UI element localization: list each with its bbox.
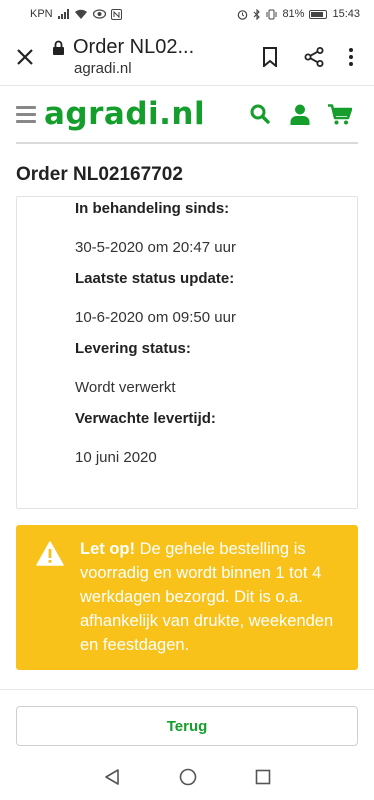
- user-icon: [290, 104, 310, 125]
- page-url: agradi.nl: [74, 60, 132, 77]
- status-bar: KPN 81% 15:43: [0, 0, 374, 28]
- title-row: Order NL02...: [52, 36, 248, 59]
- browser-toolbar: Order NL02... agradi.nl: [0, 28, 374, 86]
- alarm-icon: [238, 9, 248, 20]
- share-icon: [304, 46, 324, 67]
- home-nav-icon[interactable]: [179, 768, 197, 786]
- close-icon: [17, 48, 33, 65]
- back-button[interactable]: Terug: [16, 706, 358, 746]
- label-in-processing-since: In behandeling sinds:: [75, 200, 230, 217]
- label-expected-delivery: Verwachte levertijd:: [75, 410, 216, 427]
- label-delivery-status: Levering status:: [75, 340, 191, 357]
- recents-nav-icon[interactable]: [255, 769, 271, 785]
- battery-percent: 81%: [282, 8, 305, 20]
- warning-icon: [36, 537, 64, 658]
- notice-bold: Let op!: [80, 540, 135, 558]
- more-vertical-icon: [349, 47, 353, 66]
- cart-button[interactable]: [320, 94, 360, 134]
- account-button[interactable]: [280, 94, 320, 134]
- battery-icon: [309, 9, 328, 19]
- page-tab-title: Order NL02...: [73, 36, 195, 58]
- vibrate-icon: [266, 9, 277, 19]
- clock: 15:43: [332, 8, 360, 20]
- bookmark-button[interactable]: [248, 35, 292, 79]
- close-tab-button[interactable]: [12, 44, 38, 70]
- system-navigation-bar: [0, 754, 374, 800]
- value-last-status-update: 10-6-2020 om 09:50 uur: [75, 309, 236, 326]
- site-header: agradi.nl: [0, 86, 374, 142]
- lock-icon: [53, 40, 64, 55]
- value-delivery-status: Wordt verwerkt: [75, 379, 176, 396]
- signal-icon: [57, 9, 69, 19]
- status-left: KPN: [30, 8, 122, 20]
- bookmark-icon: [263, 46, 277, 67]
- wifi-icon: [74, 9, 87, 19]
- notice-text: Let op! De gehele bestelling is voorradi…: [80, 537, 344, 658]
- share-button[interactable]: [292, 35, 336, 79]
- search-icon: [250, 104, 270, 124]
- nfc-icon: [110, 8, 122, 20]
- value-expected-delivery: 10 juni 2020: [75, 449, 157, 466]
- site-logo[interactable]: agradi.nl: [44, 96, 240, 132]
- more-options-button[interactable]: [336, 35, 366, 79]
- divider: [0, 689, 374, 690]
- page-title: Order NL02167702: [16, 164, 183, 185]
- carrier-label: KPN: [30, 8, 53, 20]
- order-status-card: In behandeling sinds: 30-5-2020 om 20:47…: [16, 196, 358, 509]
- status-right: 81% 15:43: [237, 8, 360, 20]
- value-in-processing-since: 30-5-2020 om 20:47 uur: [75, 239, 236, 256]
- eye-icon: [92, 9, 106, 19]
- notice-alert: Let op! De gehele bestelling is voorradi…: [16, 525, 358, 670]
- label-last-status-update: Laatste status update:: [75, 270, 235, 287]
- cart-icon: [328, 103, 352, 124]
- back-nav-icon[interactable]: [103, 768, 121, 786]
- bluetooth-icon: [254, 8, 261, 20]
- menu-icon[interactable]: [16, 105, 36, 123]
- address-area[interactable]: Order NL02... agradi.nl: [52, 36, 248, 77]
- search-button[interactable]: [240, 94, 280, 134]
